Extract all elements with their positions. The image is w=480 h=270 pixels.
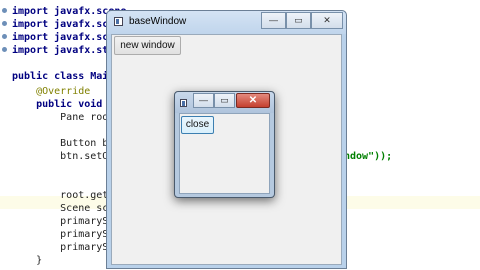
gutter-marker — [2, 21, 7, 26]
child-window-titlebar[interactable]: — ▭ ✕ — [175, 92, 274, 113]
code-line: root.getCh — [12, 190, 121, 201]
code-line-overflow: ndow")); — [344, 151, 393, 162]
window-title: baseWindow — [129, 16, 187, 27]
maximize-button[interactable]: ▭ — [286, 12, 311, 29]
code-line: primarySta — [12, 216, 121, 227]
new-window-button[interactable]: new window — [114, 36, 181, 55]
app-window-icon — [114, 17, 123, 26]
child-window[interactable]: — ▭ ✕ close — [174, 91, 275, 198]
base-window-titlebar[interactable]: baseWindow — ▭ ✕ — [107, 11, 346, 34]
code-line: btn.setOnA — [12, 151, 121, 162]
code-line: } — [12, 255, 43, 266]
close-window-button[interactable]: close — [181, 116, 214, 134]
gutter — [0, 0, 8, 270]
code-line: primarySta — [12, 229, 121, 240]
maximize-button[interactable]: ▭ — [214, 93, 235, 108]
minimize-button[interactable]: — — [261, 12, 286, 29]
gutter-marker — [2, 34, 7, 39]
child-window-content: close — [179, 113, 270, 194]
gutter-marker — [2, 47, 7, 52]
close-button[interactable]: ✕ — [311, 12, 343, 29]
code-line: Pane root — [12, 112, 115, 123]
minimize-button[interactable]: — — [193, 93, 214, 108]
code-line: Button btn — [12, 138, 121, 149]
code-line: @Override — [12, 86, 91, 97]
code-line: primarySta — [12, 242, 121, 253]
app-window-icon — [180, 99, 187, 107]
gutter-marker — [2, 8, 7, 13]
close-button[interactable]: ✕ — [236, 93, 270, 108]
